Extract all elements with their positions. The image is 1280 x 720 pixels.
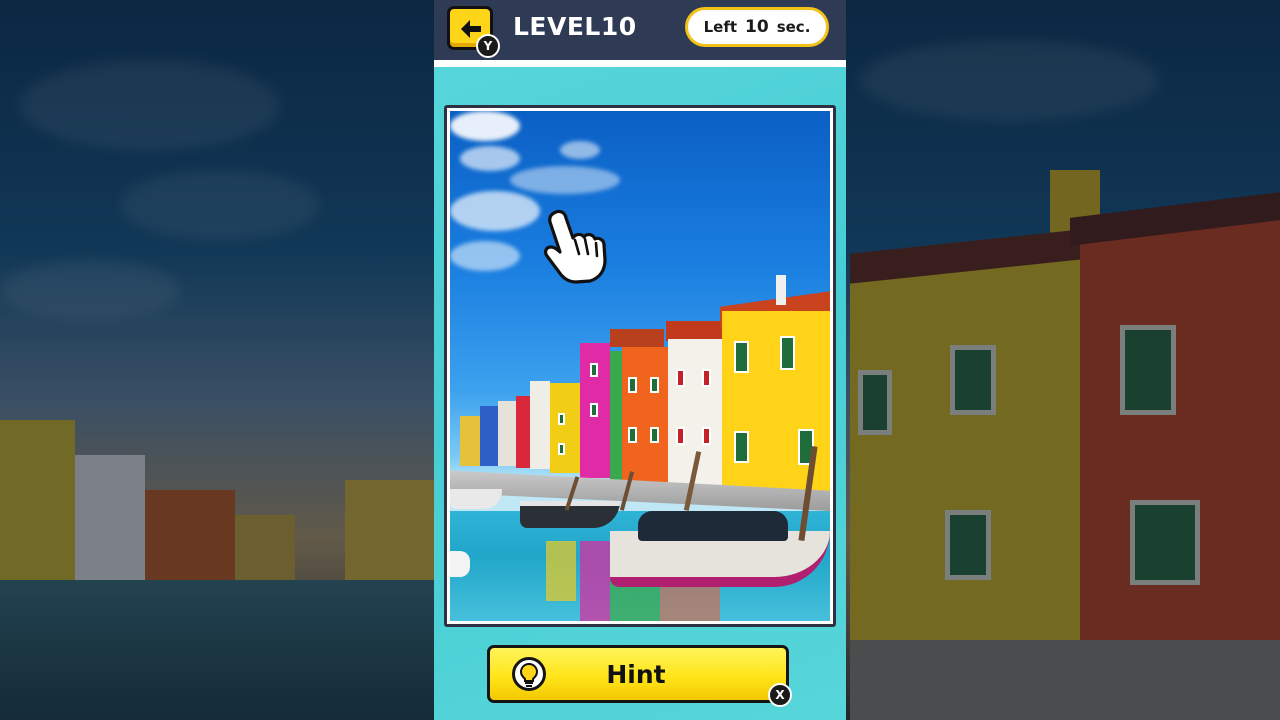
top-bar: Y LEVEL10 Left 10 sec. [434,0,846,60]
timer-prefix: Left [703,18,738,36]
timer-pill: Left 10 sec. [685,7,829,47]
y-button-badge: Y [476,34,500,58]
game-panel: Y LEVEL10 Left 10 sec. Hint X [434,0,846,720]
timer-value: 10 [745,17,769,37]
puzzle-photo[interactable] [450,111,830,621]
pointing-hand-icon [544,209,607,284]
lightbulb-icon [512,657,546,691]
timer-unit: sec. [776,18,811,36]
top-bar-divider [434,60,846,67]
puzzle-photo-frame [444,105,836,627]
hint-label: Hint [606,659,666,689]
hint-button[interactable]: Hint [487,645,789,703]
level-title: LEVEL10 [513,12,637,41]
x-button-badge: X [768,683,792,707]
